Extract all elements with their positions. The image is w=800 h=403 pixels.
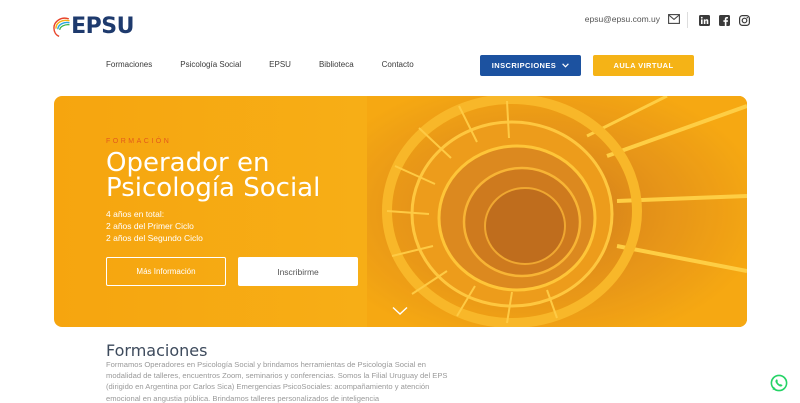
hero-kicker: FORMACIÓN [106, 138, 172, 145]
inscripciones-button[interactable]: INSCRIPCIONES [480, 55, 581, 76]
nav-item-contacto[interactable]: Contacto [382, 60, 414, 69]
hero-title: Operador en Psicología Social [106, 148, 321, 203]
logo[interactable]: EPSU [52, 8, 134, 44]
section-title: Formaciones [106, 341, 208, 360]
email-link[interactable]: epsu@epsu.com.uy [585, 14, 660, 24]
instagram-icon[interactable] [739, 15, 750, 26]
nav-item-formaciones[interactable]: Formaciones [106, 60, 152, 69]
nav-item-psicologia-social[interactable]: Psicología Social [180, 60, 241, 69]
aula-virtual-button[interactable]: AULA VIRTUAL [593, 55, 694, 76]
spiral-staircase-image [367, 96, 747, 327]
nav-item-biblioteca[interactable]: Biblioteca [319, 60, 354, 69]
aula-virtual-label: AULA VIRTUAL [613, 61, 674, 70]
social-links [699, 15, 750, 26]
scroll-down-icon[interactable] [392, 306, 408, 316]
facebook-icon[interactable] [719, 15, 730, 26]
linkedin-icon[interactable] [699, 15, 710, 26]
mail-icon[interactable] [668, 14, 680, 24]
signup-button[interactable]: Inscribirme [238, 257, 358, 286]
main-nav: Formaciones Psicología Social EPSU Bibli… [106, 60, 414, 69]
hero-details: 4 años en total: 2 años del Primer Ciclo… [106, 208, 203, 244]
nav-item-epsu[interactable]: EPSU [269, 60, 291, 69]
hero-detail-line: 4 años en total: [106, 209, 165, 219]
hero-banner: FORMACIÓN Operador en Psicología Social … [54, 96, 747, 327]
more-info-button[interactable]: Más Información [106, 257, 226, 286]
header-divider [687, 12, 688, 28]
section-description: Formamos Operadores en Psicología Social… [106, 360, 448, 403]
inscripciones-label: INSCRIPCIONES [491, 61, 557, 70]
whatsapp-icon[interactable] [770, 374, 788, 392]
hero-detail-line: 2 años del Segundo Ciclo [106, 233, 203, 243]
hero-detail-line: 2 años del Primer Ciclo [106, 221, 194, 231]
logo-mark-icon [53, 17, 70, 38]
contact-email[interactable]: epsu@epsu.com.uy [585, 14, 680, 24]
chevron-down-icon [562, 63, 570, 68]
logo-text: EPSU [71, 13, 134, 39]
